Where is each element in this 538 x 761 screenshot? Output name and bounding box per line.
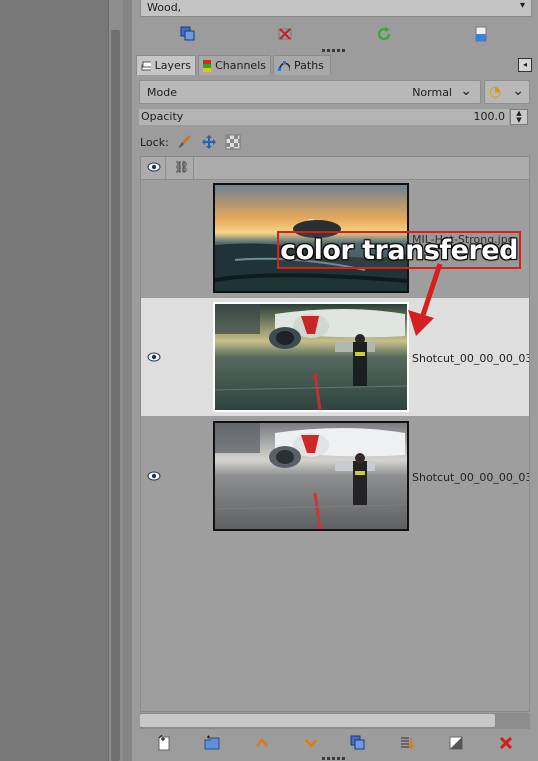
- layers-dock: Wood, ▾ Layers Channels Paths ◂ Mode Nor…: [132, 0, 538, 761]
- eye-icon[interactable]: [147, 469, 161, 486]
- tab-layers[interactable]: Layers: [136, 55, 196, 75]
- tab-label: Layers: [154, 59, 191, 72]
- new-layer-icon[interactable]: [154, 733, 174, 753]
- layers-horizontal-scrollbar[interactable]: [140, 713, 530, 729]
- paths-icon: [278, 60, 290, 71]
- eye-icon[interactable]: [147, 160, 161, 177]
- tab-channels[interactable]: Channels: [198, 55, 271, 75]
- layer-name[interactable]: Shotcut_00_00_00_033.p: [412, 471, 529, 484]
- dock-separator[interactable]: [123, 0, 132, 761]
- lock-alpha-checker-icon[interactable]: [225, 134, 241, 150]
- chain-icon[interactable]: ⛓: [174, 160, 189, 174]
- tab-label: Channels: [215, 59, 266, 72]
- lock-pixels-brush-icon[interactable]: [177, 134, 193, 150]
- panel-resize-handle[interactable]: [322, 49, 346, 52]
- lock-position-move-icon[interactable]: [201, 134, 217, 150]
- delete-layer-icon[interactable]: [496, 733, 516, 753]
- channels-icon: [203, 59, 212, 72]
- layer-button-row: [132, 733, 538, 755]
- duplicate-icon[interactable]: [178, 24, 198, 44]
- new-layer-group-icon[interactable]: [202, 733, 222, 753]
- opacity-value: 100.0: [473, 110, 506, 123]
- layer-row[interactable]: Shotcut_00_00_00_033.p: [141, 417, 529, 535]
- annotation-callout: color transfered: [277, 231, 521, 269]
- opacity-spinner[interactable]: ▲ ▼: [510, 109, 528, 125]
- eye-icon[interactable]: [147, 350, 161, 367]
- lock-label: Lock:: [140, 135, 169, 149]
- scrollbar-thumb[interactable]: [140, 714, 495, 727]
- canvas-vertical-scrollbar[interactable]: [108, 0, 123, 761]
- resource-button-row: [132, 24, 538, 46]
- layer-thumbnail: [213, 302, 409, 412]
- annotation-text: color transfered: [280, 234, 518, 266]
- merge-down-icon[interactable]: [397, 733, 417, 753]
- lower-layer-icon[interactable]: [301, 733, 321, 753]
- chevron-down-icon: ⌄: [512, 83, 524, 99]
- brush-selector-value: Wood,: [147, 1, 182, 14]
- composite-mode-button[interactable]: ◔ ⌄: [484, 80, 530, 104]
- layer-name[interactable]: Shotcut_00_00_00_033.p: [412, 352, 529, 365]
- lock-row: Lock:: [140, 132, 241, 152]
- layers-list-header: ⛓: [141, 157, 529, 180]
- composite-mode-icon: ◔: [489, 84, 502, 100]
- chevron-down-icon: ▾: [519, 0, 525, 11]
- layer-thumbnail: [213, 421, 409, 531]
- mode-value: Normal: [412, 86, 452, 99]
- mode-label: Mode: [147, 86, 177, 99]
- layer-mode-select[interactable]: Mode Normal ⌄: [139, 80, 481, 104]
- layer-row[interactable]: Shotcut_00_00_00_033.p: [141, 298, 529, 416]
- tab-menu-button[interactable]: ◂: [518, 58, 532, 72]
- layers-icon: [141, 61, 151, 70]
- opacity-slider[interactable]: Opacity 100.0: [139, 109, 509, 125]
- delete-icon[interactable]: [275, 24, 295, 44]
- panel-resize-handle[interactable]: [322, 757, 346, 760]
- annotation-arrow: [408, 263, 443, 336]
- tab-paths[interactable]: Paths: [273, 55, 331, 75]
- chevron-down-icon: ⌄: [460, 83, 472, 99]
- image-canvas-area[interactable]: [0, 0, 108, 761]
- tab-label: Paths: [294, 59, 324, 72]
- refresh-icon[interactable]: [374, 24, 394, 44]
- scrollbar-thumb[interactable]: [111, 30, 120, 761]
- opacity-label: Opacity: [141, 110, 184, 123]
- open-as-image-icon[interactable]: [471, 24, 491, 44]
- layer-mask-icon[interactable]: [446, 733, 466, 753]
- raise-layer-icon[interactable]: [252, 733, 272, 753]
- brush-selector[interactable]: Wood, ▾: [140, 0, 532, 17]
- duplicate-layer-icon[interactable]: [348, 733, 368, 753]
